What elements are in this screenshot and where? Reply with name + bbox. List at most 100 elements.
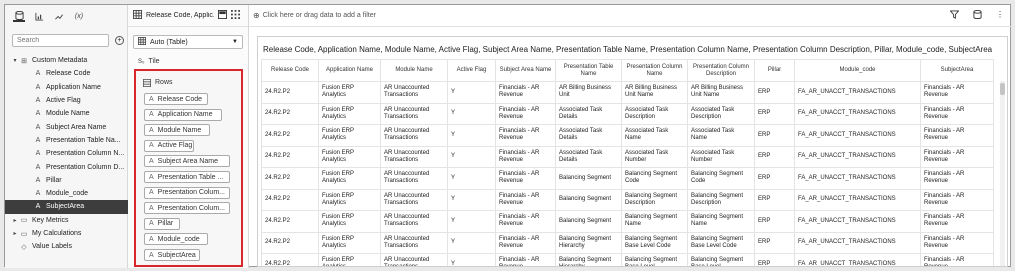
table-cell: AR Unaccounted Transactions: [380, 102, 448, 125]
tree-item[interactable]: A Module Name: [5, 107, 128, 120]
tree-item[interactable]: ▸ ▭ My Calculations: [5, 227, 128, 240]
table-cell: Associated Task Description: [621, 102, 688, 125]
tree-item[interactable]: A Active Flag: [5, 94, 128, 107]
row-pill[interactable]: A Pillar: [144, 217, 180, 230]
scrollbar-thumb[interactable]: [1000, 83, 1005, 95]
tree-item[interactable]: A Presentation Column N...: [5, 147, 128, 160]
row-pill-label: Active Flag: [157, 142, 193, 150]
tree-item[interactable]: A Subject Area Name: [5, 120, 128, 133]
table-row[interactable]: 24.R2.P2Fusion ERP AnalyticsAR Unaccount…: [261, 124, 994, 147]
column-header[interactable]: Presentation Column Name: [621, 59, 688, 82]
tree-item-label: Release Code: [46, 70, 91, 78]
row-pill[interactable]: A Module Name: [144, 124, 210, 137]
add-filter-icon[interactable]: ⊕: [253, 11, 260, 20]
row-pill[interactable]: A SubjectArea: [144, 249, 200, 261]
analytics-icon[interactable]: [53, 10, 65, 22]
table-cell: Financials - AR Revenue: [495, 81, 556, 104]
table-cell: FA_AR_UNACCT_TRANSACTIONS: [794, 145, 921, 168]
tree-item-label: SubjectArea: [46, 203, 85, 211]
table-cell: Associated Task Number: [687, 145, 755, 168]
row-pill[interactable]: A Active Flag: [144, 139, 194, 152]
column-header[interactable]: Module_code: [794, 59, 921, 82]
tree-item[interactable]: A Module_code: [5, 187, 128, 200]
table-cell: Y: [447, 167, 496, 190]
row-pill[interactable]: A Release Code: [144, 93, 208, 105]
table-row[interactable]: 24.R2.P2Fusion ERP AnalyticsAR Unaccount…: [261, 145, 994, 168]
tree-item[interactable]: A SubjectArea: [5, 200, 128, 214]
table-cell: 24.R2.P2: [261, 102, 319, 125]
filter-options-icon[interactable]: [949, 10, 960, 21]
tree-item-label: Custom Metadata: [32, 57, 88, 65]
add-data-icon[interactable]: +: [115, 36, 124, 45]
row-pill[interactable]: A Presentation Table ...: [144, 171, 230, 183]
filter-bar[interactable]: ⊕ Click here or drag data to add a filte…: [249, 5, 1012, 27]
visualizations-icon[interactable]: [33, 10, 45, 22]
column-header[interactable]: Active Flag: [447, 59, 496, 82]
column-header[interactable]: Pillar: [754, 59, 795, 82]
table-cell: Financials - AR Revenue: [495, 188, 556, 211]
table-row[interactable]: 24.R2.P2Fusion ERP AnalyticsAR Unaccount…: [261, 167, 994, 190]
table-row[interactable]: 24.R2.P2Fusion ERP AnalyticsAR Unaccount…: [261, 188, 994, 211]
search-input[interactable]: [12, 34, 109, 47]
table-cell: ERP: [754, 81, 795, 104]
table-cell: Financials - AR Revenue: [920, 167, 994, 190]
rows-drop-zone[interactable]: Rows A Release Code A Application Name A Modu…: [134, 69, 243, 267]
table-row[interactable]: 24.R2.P2Fusion ERP AnalyticsAR Unaccount…: [261, 253, 994, 266]
table-cell: Y: [447, 210, 496, 233]
table-cell: Balancing Segment Hierarchy: [555, 253, 622, 266]
chevron-right-icon[interactable]: ▸: [11, 217, 19, 224]
tree-item[interactable]: A Presentation Column D...: [5, 160, 128, 173]
table-row[interactable]: 24.R2.P2Fusion ERP AnalyticsAR Unaccount…: [261, 231, 994, 254]
table-row[interactable]: 24.R2.P2Fusion ERP AnalyticsAR Unaccount…: [261, 102, 994, 125]
column-header[interactable]: Presentation Table Name: [555, 59, 622, 82]
table-cell: Financials - AR Revenue: [920, 124, 994, 147]
column-header[interactable]: Subject Area Name: [495, 59, 556, 82]
table-scrollbar[interactable]: [1000, 81, 1005, 266]
attribute-icon: A: [35, 70, 41, 78]
more-options-icon[interactable]: ⋮: [996, 10, 1004, 21]
tree-item-label: My Calculations: [32, 230, 82, 237]
table-row[interactable]: 24.R2.P2Fusion ERP AnalyticsAR Unaccount…: [261, 81, 994, 104]
table-cell: Balancing Segment Base Level Code: [621, 231, 688, 254]
column-header[interactable]: Release Code: [261, 59, 319, 82]
folder-icon: ▭: [20, 217, 28, 225]
row-pill[interactable]: A Module_code: [144, 233, 208, 246]
row-pill[interactable]: A Presentation Colum...: [144, 202, 230, 215]
tree-item[interactable]: ◇ Value Labels: [5, 240, 128, 253]
table-title: Release Code, Application Name, Module N…: [263, 45, 993, 54]
row-pill[interactable]: A Application Name: [144, 108, 222, 121]
tree-item[interactable]: A Release Code: [5, 67, 128, 80]
chevron-down-icon[interactable]: ▾: [11, 57, 19, 64]
row-pill-label: Release Code: [157, 95, 203, 103]
column-header[interactable]: Application Name: [318, 59, 381, 82]
attribute-icon: A: [149, 157, 154, 165]
data-icon[interactable]: [13, 10, 25, 22]
row-pill[interactable]: A Subject Area Name: [144, 155, 230, 168]
table-cell: Balancing Segment: [555, 167, 622, 190]
viz-type-select[interactable]: Auto (Table) ▼: [133, 35, 243, 49]
table-cell: Financials - AR Revenue: [920, 102, 994, 125]
chevron-right-icon[interactable]: ▸: [11, 230, 19, 237]
tree-item[interactable]: A Presentation Table Na...: [5, 134, 128, 147]
data-source-icon[interactable]: [973, 10, 982, 21]
tree-item-label: Value Labels: [32, 243, 72, 251]
table-row[interactable]: 24.R2.P2Fusion ERP AnalyticsAR Unaccount…: [261, 210, 994, 233]
grid-view-icon[interactable]: [231, 10, 240, 21]
tile-section[interactable]: S₀ Tile: [138, 58, 160, 65]
row-pill[interactable]: A Presentation Colum...: [144, 186, 230, 199]
table-cell: Financials - AR Revenue: [495, 124, 556, 147]
column-header[interactable]: SubjectArea: [920, 59, 994, 82]
tree-item[interactable]: A Pillar: [5, 174, 128, 187]
properties-icon[interactable]: [218, 10, 227, 21]
tree-item[interactable]: A Application Name: [5, 81, 128, 94]
table-cell: 24.R2.P2: [261, 188, 319, 211]
attribute-icon: A: [149, 126, 154, 134]
table-cell: AR Unaccounted Transactions: [380, 145, 448, 168]
expression-icon[interactable]: (x): [73, 10, 85, 22]
table-cell: Financials - AR Revenue: [495, 231, 556, 254]
tree-item[interactable]: ▸ ▭ Key Metrics: [5, 214, 128, 227]
table-cell: Fusion ERP Analytics: [318, 253, 381, 266]
tree-item[interactable]: ▾ ⊞ Custom Metadata: [5, 54, 128, 67]
column-header[interactable]: Module Name: [380, 59, 448, 82]
column-header[interactable]: Presentation Column Description: [687, 59, 755, 82]
